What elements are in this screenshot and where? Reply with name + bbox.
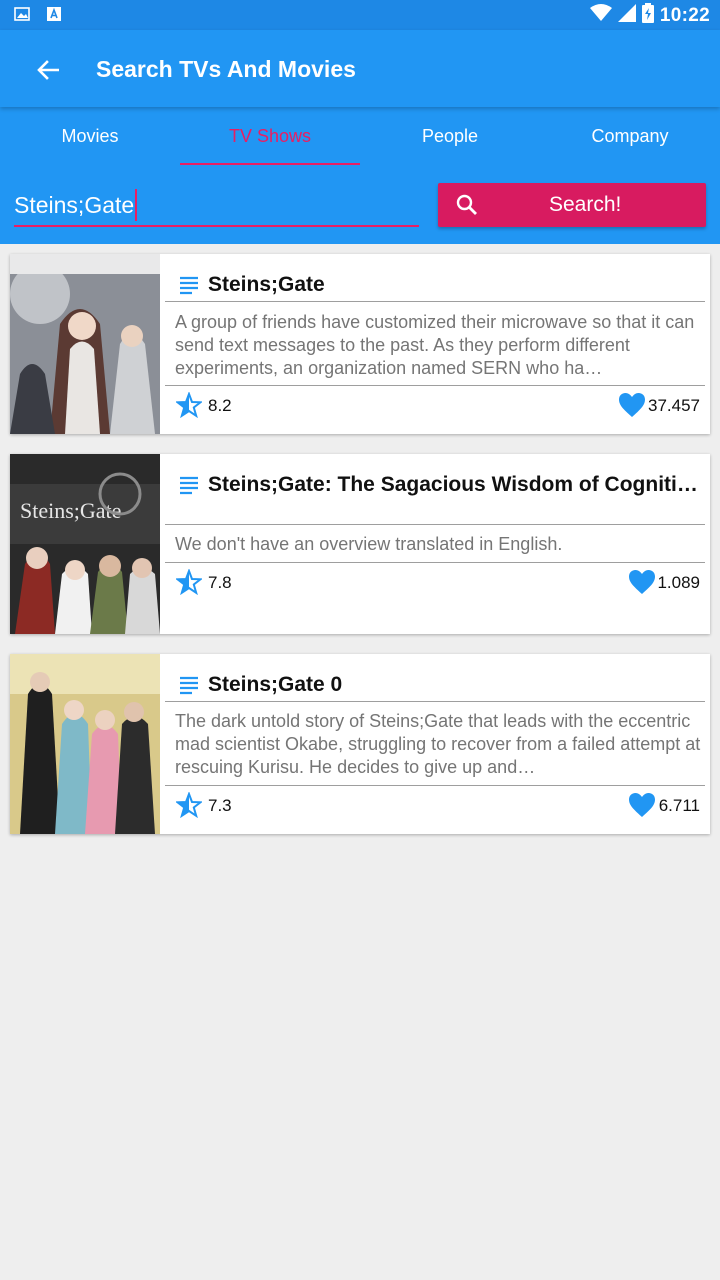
search-input[interactable]: Steins;Gate xyxy=(14,185,419,227)
result-overview: The dark untold story of Steins;Gate tha… xyxy=(175,711,701,777)
search-button-label: Search! xyxy=(549,193,622,216)
status-bar: 10:22 xyxy=(0,0,720,30)
cell-signal-icon xyxy=(617,4,636,27)
poster-image xyxy=(10,654,160,834)
overview-list-icon xyxy=(180,476,198,495)
back-button[interactable] xyxy=(30,52,66,88)
half-star-icon xyxy=(176,569,202,595)
heart-icon xyxy=(619,393,645,417)
result-title: Steins;Gate: The Sagacious Wisdom of Cog… xyxy=(208,473,698,496)
divider xyxy=(165,562,705,563)
divider xyxy=(165,301,705,302)
tab-company[interactable]: Company xyxy=(540,107,720,165)
text-caret xyxy=(135,189,138,221)
divider xyxy=(165,385,705,386)
tab-people[interactable]: People xyxy=(360,107,540,165)
app-bar: Search TVs And Movies xyxy=(0,30,720,107)
tab-bar: Movies TV Shows People Company Steins;Ga… xyxy=(0,107,720,244)
popularity-value: 6.711 xyxy=(658,796,700,815)
page-title: Search TVs And Movies xyxy=(96,56,356,82)
result-overview: A group of friends have customized their… xyxy=(175,312,695,378)
heart-icon xyxy=(629,570,655,594)
result-card[interactable]: Steins;Gate 0 The dark untold story of S… xyxy=(10,654,710,834)
divider xyxy=(165,524,705,525)
battery-charging-icon xyxy=(641,3,654,28)
wifi-icon xyxy=(589,4,612,27)
text-a-notification-icon xyxy=(46,6,62,22)
popularity-value: 1.089 xyxy=(657,573,700,592)
heart-icon xyxy=(629,793,655,817)
result-card[interactable]: Steins;Gate A group of friends have cust… xyxy=(10,254,710,434)
half-star-icon xyxy=(176,792,202,818)
search-input-value: Steins;Gate xyxy=(14,191,135,218)
poster-image: Steins;Gate xyxy=(10,454,160,634)
arrow-back-icon xyxy=(37,60,59,80)
popularity-value: 37.457 xyxy=(648,396,700,415)
vote-average: 7.8 xyxy=(208,573,232,592)
overview-list-icon xyxy=(180,676,198,695)
tab-tv-shows[interactable]: TV Shows xyxy=(180,107,360,165)
divider xyxy=(165,785,705,786)
divider xyxy=(165,701,705,702)
vote-average: 7.3 xyxy=(208,796,232,815)
vote-average: 8.2 xyxy=(208,396,232,415)
result-title: Steins;Gate xyxy=(208,273,325,296)
result-title: Steins;Gate 0 xyxy=(208,673,343,696)
tab-movies[interactable]: Movies xyxy=(0,107,180,165)
search-button[interactable]: Search! xyxy=(438,183,706,227)
poster-image xyxy=(10,254,160,434)
status-clock: 10:22 xyxy=(659,4,710,26)
result-overview: We don't have an overview translated in … xyxy=(175,534,563,554)
result-card[interactable]: Steins;Gate Steins;Gate: The Sagacious W… xyxy=(10,454,710,634)
search-icon xyxy=(456,194,477,215)
half-star-icon xyxy=(176,392,202,418)
image-notification-icon xyxy=(14,6,30,22)
active-tab-indicator xyxy=(180,163,360,165)
overview-list-icon xyxy=(180,276,198,295)
